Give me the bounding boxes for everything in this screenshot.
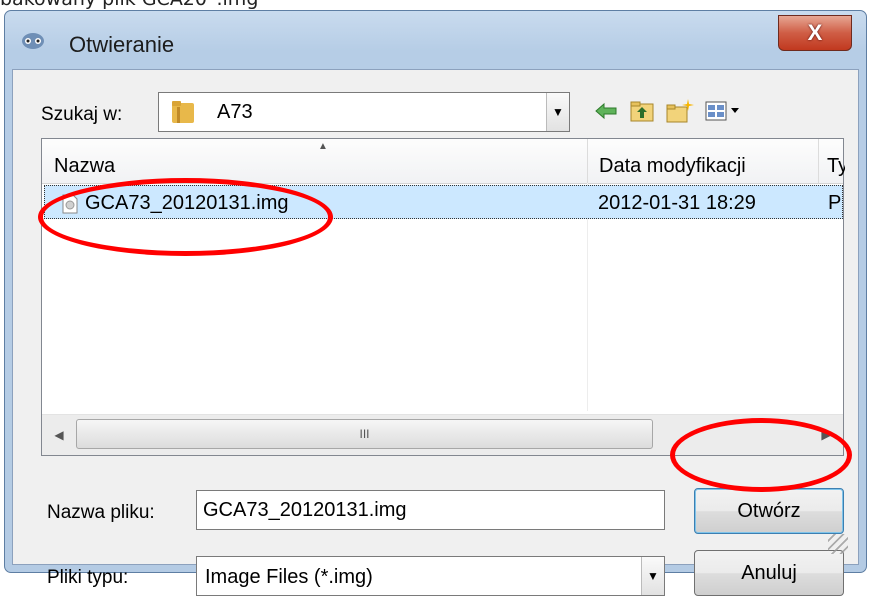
column-divider[interactable]: [818, 139, 819, 183]
lookin-value: A73: [217, 101, 253, 123]
file-type-cell: PL: [828, 192, 842, 214]
cancel-button[interactable]: Anuluj: [694, 550, 844, 596]
close-button[interactable]: X: [778, 15, 852, 51]
table-row[interactable]: GCA73_20120131.img 2012-01-31 18:29 PL: [44, 185, 843, 219]
file-icon: [62, 194, 78, 214]
column-header-type[interactable]: Typ: [827, 155, 845, 178]
sort-ascending-icon: ▲: [318, 141, 328, 152]
filename-input[interactable]: [196, 490, 665, 530]
lookin-combo[interactable]: A73 ▼: [158, 92, 570, 132]
file-date-cell: 2012-01-31 18:29: [598, 192, 756, 214]
new-folder-icon[interactable]: [665, 96, 695, 126]
filename-label: Nazwa pliku:: [47, 502, 155, 523]
resize-grip-icon[interactable]: [828, 534, 848, 554]
window-title: Otwieranie: [69, 32, 175, 57]
open-button[interactable]: Otwórz: [694, 488, 844, 534]
dialog-body: Szukaj w: A73 ▼ ▲ Nazwa Data modyfikacji…: [12, 69, 859, 596]
file-name-cell: GCA73_20120131.img: [85, 192, 289, 214]
scrollbar-thumb[interactable]: III: [76, 419, 653, 449]
chevron-down-icon[interactable]: ▼: [641, 557, 664, 595]
chevron-down-icon[interactable]: ▼: [546, 93, 569, 131]
filetype-value: Image Files (*.img): [205, 566, 373, 588]
scroll-left-arrow-icon[interactable]: ◀: [42, 415, 76, 455]
column-divider[interactable]: [587, 139, 588, 183]
horizontal-scrollbar[interactable]: ◀ III ▶: [42, 414, 843, 455]
caption-text: bakowany plik GCA20*.img: [0, 0, 258, 10]
file-list[interactable]: ▲ Nazwa Data modyfikacji Typ GCA73_20120…: [41, 138, 845, 456]
lookin-label: Szukaj w:: [41, 104, 123, 125]
up-folder-icon[interactable]: [627, 96, 657, 126]
column-header-date[interactable]: Data modyfikacji: [599, 155, 746, 178]
view-menu-icon[interactable]: [703, 96, 745, 126]
column-header-name[interactable]: Nazwa: [54, 155, 115, 178]
open-dialog: Otwieranie X Szukaj w: A73 ▼ ▲ Nazwa Dat…: [4, 10, 867, 596]
title-bar[interactable]: Otwieranie X: [5, 11, 866, 69]
app-icon: [22, 33, 44, 49]
list-header: ▲ Nazwa Data modyfikacji Typ: [42, 139, 845, 184]
folder-icon: [172, 101, 194, 123]
scroll-right-arrow-icon[interactable]: ▶: [809, 415, 843, 455]
filetype-select[interactable]: Image Files (*.img) ▼: [196, 556, 665, 596]
filetype-label: Pliki typu:: [47, 567, 129, 588]
back-icon[interactable]: [591, 96, 621, 126]
